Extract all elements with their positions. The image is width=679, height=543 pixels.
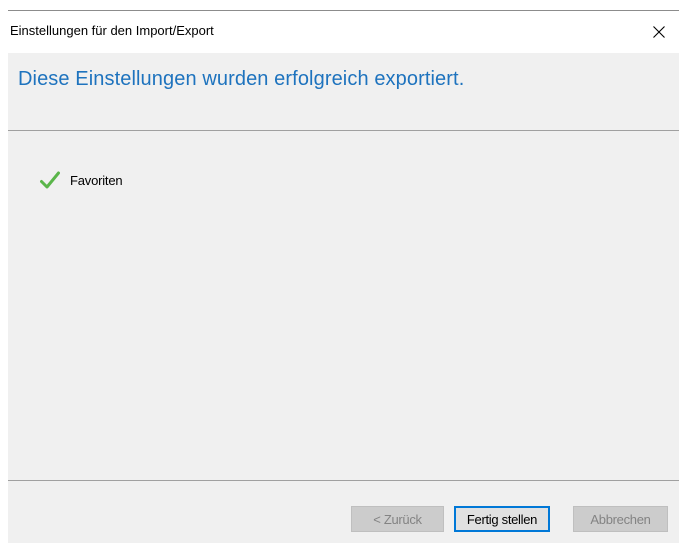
import-export-dialog: Einstellungen für den Import/Export Dies… bbox=[8, 10, 679, 543]
dialog-footer: < Zurück Fertig stellen Abbrechen bbox=[8, 480, 679, 543]
list-item-label: Favoriten bbox=[70, 172, 123, 188]
results-list: Favoriten bbox=[8, 132, 679, 479]
cancel-button[interactable]: Abbrechen bbox=[573, 506, 668, 532]
finish-button[interactable]: Fertig stellen bbox=[454, 506, 550, 532]
back-button[interactable]: < Zurück bbox=[351, 506, 444, 532]
page-heading: Diese Einstellungen wurden erfolgreich e… bbox=[18, 68, 465, 90]
dialog-header: Diese Einstellungen wurden erfolgreich e… bbox=[8, 53, 679, 131]
finish-button-label: Fertig stellen bbox=[466, 511, 538, 527]
close-button[interactable] bbox=[639, 11, 679, 53]
close-icon bbox=[653, 26, 665, 38]
checkmark-icon bbox=[40, 171, 60, 189]
list-item-favoriten: Favoriten bbox=[40, 171, 123, 189]
title-bar: Einstellungen für den Import/Export bbox=[8, 11, 679, 53]
window-title: Einstellungen für den Import/Export bbox=[10, 23, 214, 38]
